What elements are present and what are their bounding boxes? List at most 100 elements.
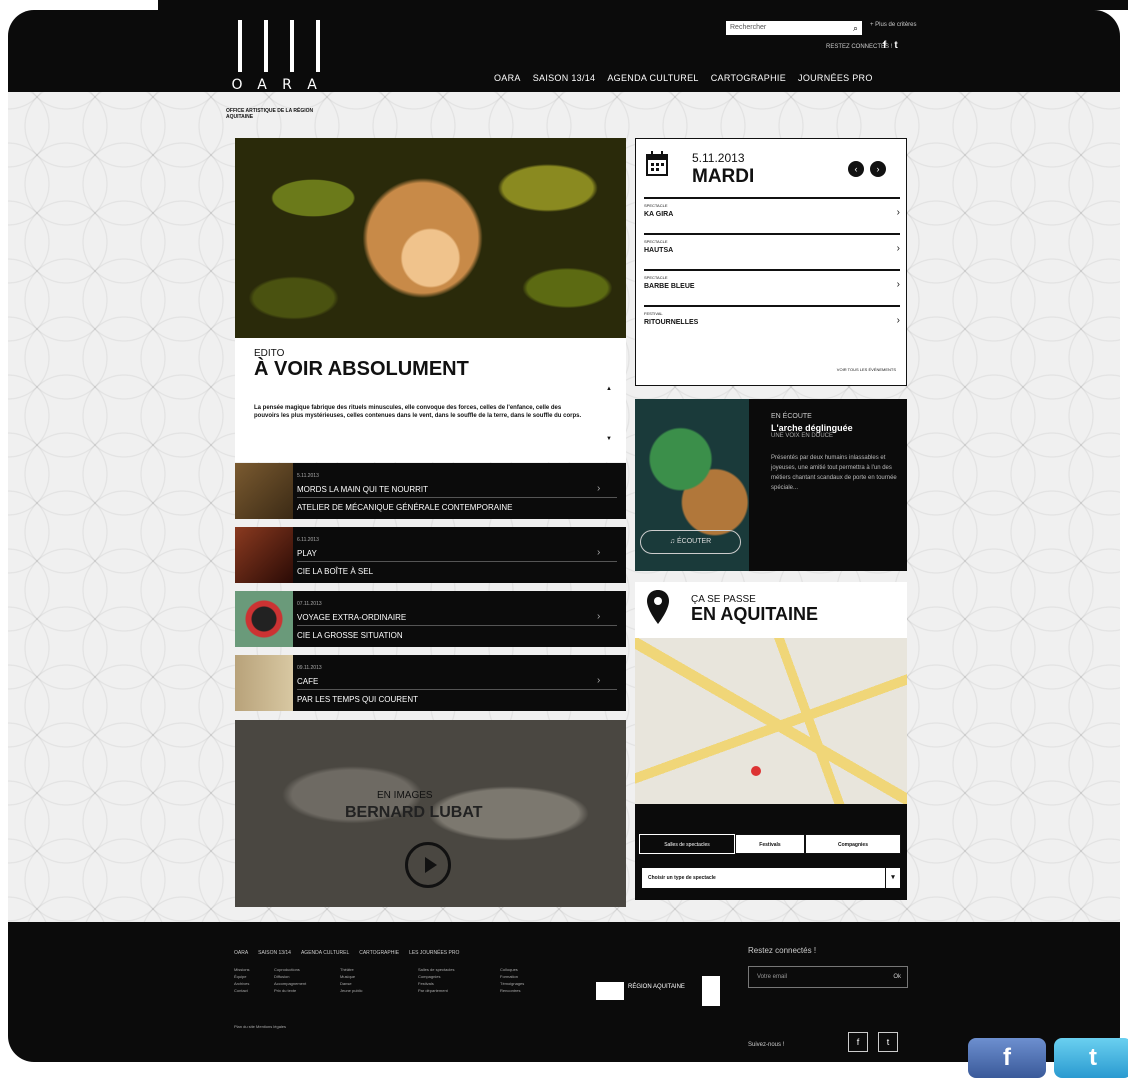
show-type-select[interactable]: Choisir un type de spectacle ▾ — [642, 868, 900, 888]
share-buttons: f t — [968, 1038, 1128, 1078]
aquitaine-block: ÇA SE PASSE EN AQUITAINE Salles de spect… — [635, 582, 907, 900]
footer-link[interactable]: Festivals — [418, 980, 454, 987]
twitter-icon[interactable]: t — [894, 40, 897, 51]
audio-kicker: EN ÉCOUTE — [771, 413, 812, 420]
facebook-icon[interactable]: f — [968, 1038, 1046, 1078]
footer-link[interactable]: Compagnies — [418, 973, 454, 980]
footer-link[interactable]: Colloques — [500, 966, 524, 973]
footer-link[interactable]: Prix du texte — [274, 987, 306, 994]
more-criteria-link[interactable]: + Plus de critères — [870, 22, 917, 28]
search-icon[interactable]: ⌕ — [853, 21, 858, 35]
chevron-down-icon[interactable]: ▾ — [885, 868, 900, 888]
event-item[interactable]: 6.11.2013 PLAY CIE LA BOÎTE À SEL › — [235, 527, 626, 583]
event-date: 09.11.2013 — [297, 665, 322, 671]
nav-item-journees-pro[interactable]: JOURNÉES PRO — [798, 73, 873, 83]
edito-title[interactable]: À VOIR ABSOLUMENT — [254, 358, 469, 381]
video-title: BERNARD LUBAT — [345, 804, 483, 821]
email-placeholder: Votre email — [757, 974, 788, 980]
video-block[interactable]: EN IMAGES BERNARD LUBAT — [235, 720, 626, 907]
footer-nav-item[interactable]: AGENDA CULTUREL — [301, 950, 349, 956]
republic-logo — [702, 976, 720, 1006]
event-company: CIE LA BOÎTE À SEL — [297, 567, 374, 576]
event-thumbnail — [235, 591, 293, 647]
footer-link[interactable]: Théâtre — [340, 966, 362, 973]
nav-item-saison[interactable]: SAISON 13/14 — [533, 73, 596, 83]
twitter-icon[interactable]: t — [878, 1032, 898, 1052]
footer-nav-item[interactable]: CARTOGRAPHIE — [359, 950, 399, 956]
scroll-up-icon[interactable]: ▲ — [606, 386, 612, 392]
newsletter-label: Restez connectés ! — [748, 946, 817, 955]
search-input[interactable]: Rechercher ⌕ — [726, 21, 862, 35]
logo-letter: A — [257, 77, 267, 93]
divider — [297, 497, 617, 498]
footer-link[interactable]: Rencontres — [500, 987, 524, 994]
previous-day-button[interactable]: ‹ — [848, 161, 864, 177]
map-marker-icon[interactable] — [751, 766, 761, 776]
region-aquitaine-logo[interactable]: RÉGION AQUITAINE — [596, 976, 728, 1010]
listen-button[interactable]: ♫ ÉCOUTER — [640, 530, 741, 554]
agenda-item-name: KA GIRA — [644, 211, 674, 218]
facebook-icon[interactable]: f — [848, 1032, 868, 1052]
edito-hero-image[interactable] — [235, 138, 626, 338]
footer-nav: OARA SAISON 13/14 AGENDA CULTUREL CARTOG… — [234, 950, 459, 956]
play-icon[interactable] — [405, 842, 451, 888]
event-title: VOYAGE EXTRA-ORDINAIRE — [297, 613, 407, 622]
region-name: RÉGION AQUITAINE — [628, 984, 685, 990]
footer-link[interactable]: Salles de spectacles — [418, 966, 454, 973]
map[interactable] — [635, 638, 907, 804]
footer-col-agenda: Théâtre Musique Danse Jeune public — [340, 966, 362, 994]
footer-nav-item[interactable]: OARA — [234, 950, 248, 956]
audio-title: L'arche déglinguée — [771, 423, 853, 433]
newsletter-email-input[interactable]: Votre email Ok — [748, 966, 908, 988]
agenda-item-name: HAUTSA — [644, 247, 674, 254]
footer-link[interactable]: Missions — [234, 966, 250, 973]
all-events-link[interactable]: VOIR TOUS LES ÉVÉNEMENTS — [837, 367, 896, 372]
tab-salles[interactable]: Salles de spectacles — [639, 834, 735, 854]
event-item[interactable]: 09.11.2013 CAFE PAR LES TEMPS QUI COUREN… — [235, 655, 626, 711]
agenda-item-name: RITOURNELLES — [644, 319, 699, 326]
footer-link[interactable]: Coproductions — [274, 966, 306, 973]
agenda-item-category: SPECTACLE — [644, 203, 668, 208]
agenda-item[interactable]: FESTIVAL RITOURNELLES › — [644, 305, 900, 339]
chevron-right-icon: › — [896, 207, 900, 218]
agenda-item-category: SPECTACLE — [644, 239, 668, 244]
agenda-item-category: SPECTACLE — [644, 275, 668, 280]
footer-legal[interactable]: Plan du site Mentions légales — [234, 1024, 286, 1029]
event-title: CAFE — [297, 677, 319, 686]
footer-link[interactable]: Contact — [234, 987, 250, 994]
nav-item-agenda[interactable]: AGENDA CULTUREL — [607, 73, 698, 83]
logo-bar — [264, 20, 268, 72]
tab-compagnies[interactable]: Compagnies — [805, 834, 901, 854]
chevron-right-icon: › — [597, 611, 601, 622]
nav-item-cartographie[interactable]: CARTOGRAPHIE — [711, 73, 786, 83]
agenda-item[interactable]: SPECTACLE BARBE BLEUE › — [644, 269, 900, 303]
tab-festivals[interactable]: Festivals — [735, 834, 805, 854]
footer-link[interactable]: Équipe — [234, 973, 250, 980]
audio-description: Présentés par deux humains inlassables e… — [771, 455, 897, 491]
footer-nav-item[interactable]: LES JOURNÉES PRO — [409, 950, 459, 956]
oara-logo[interactable]: O A R A OFFICE ARTISTIQUE DE LA RÉGION A… — [226, 20, 336, 124]
footer-link[interactable]: Formation — [500, 973, 524, 980]
footer-link[interactable]: Par département — [418, 987, 454, 994]
agenda-item[interactable]: SPECTACLE HAUTSA › — [644, 233, 900, 267]
next-day-button[interactable]: › — [870, 161, 886, 177]
agenda-item[interactable]: SPECTACLE KA GIRA › — [644, 197, 900, 231]
event-item[interactable]: 07.11.2013 VOYAGE EXTRA-ORDINAIRE CIE LA… — [235, 591, 626, 647]
footer-link[interactable]: Danse — [340, 980, 362, 987]
nav-item-oara[interactable]: OARA — [494, 73, 521, 83]
agenda-item-category: FESTIVAL — [644, 311, 663, 316]
footer-link[interactable]: Témoignages — [500, 980, 524, 987]
chevron-right-icon: › — [597, 547, 601, 558]
footer-nav-item[interactable]: SAISON 13/14 — [258, 950, 291, 956]
scroll-down-icon[interactable]: ▼ — [606, 436, 612, 442]
newsletter-ok-button[interactable]: Ok — [893, 967, 901, 987]
footer-link[interactable]: Jeune public — [340, 987, 362, 994]
event-date: 07.11.2013 — [297, 601, 322, 607]
footer-link[interactable]: Diffusion — [274, 973, 306, 980]
footer-link[interactable]: Accompagnement — [274, 980, 306, 987]
footer-link[interactable]: Archives — [234, 980, 250, 987]
footer-link[interactable]: Musique — [340, 973, 362, 980]
event-item[interactable]: 5.11.2013 MORDS LA MAIN QUI TE NOURRIT A… — [235, 463, 626, 519]
twitter-icon[interactable]: t — [1054, 1038, 1128, 1078]
facebook-icon[interactable]: f — [883, 40, 886, 51]
